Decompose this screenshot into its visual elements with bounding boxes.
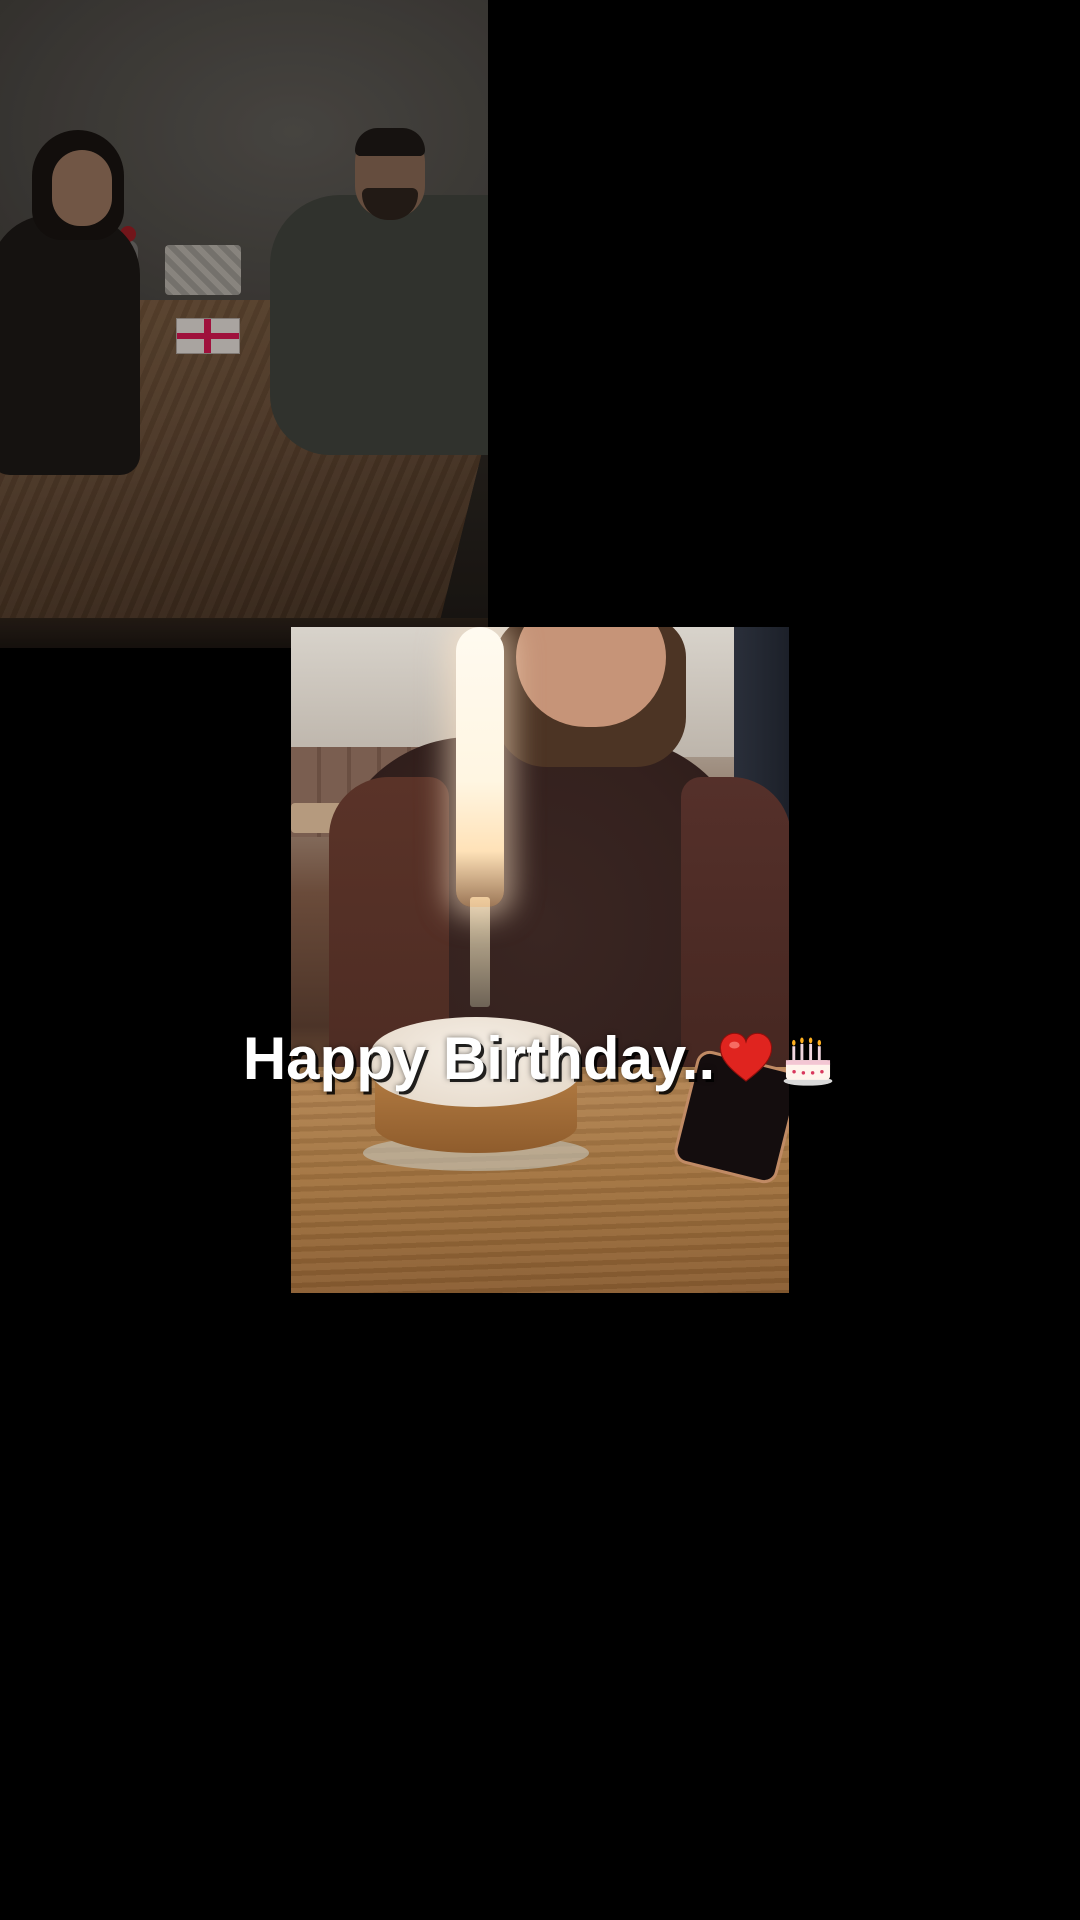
cake-photo[interactable] — [291, 627, 789, 1293]
caption-text: Happy Birthday.. — [242, 1025, 716, 1093]
sparkler-holder — [470, 897, 490, 1007]
story-caption[interactable]: Happy Birthday.. — [0, 1020, 1080, 1094]
story-canvas: Happy Birthday.. — [0, 0, 1080, 1920]
sparkler-flame — [456, 627, 504, 907]
heart-icon — [720, 1032, 773, 1082]
photo-dim-overlay — [0, 0, 488, 648]
dinner-photo[interactable] — [0, 0, 488, 648]
birthday-cake-icon — [783, 1037, 833, 1086]
